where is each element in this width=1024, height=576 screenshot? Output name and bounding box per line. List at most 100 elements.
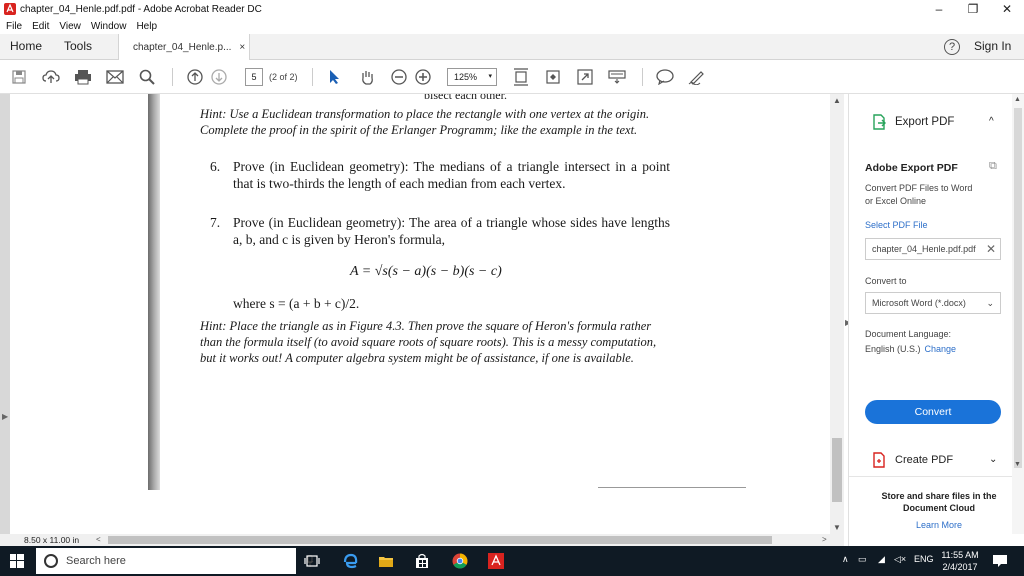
tools-pane-scrollbar[interactable]: ▲ ▼ [1012,94,1024,534]
scroll-down-icon[interactable]: ▼ [1014,461,1021,468]
print-icon[interactable] [74,68,92,86]
herons-formula: A = √s(s − a)(s − b)(s − c) [350,264,502,279]
task-view-icon[interactable] [304,553,320,569]
zoom-in-icon[interactable] [414,68,432,86]
selected-file-name: chapter_04_Henle.pdf.pdf [872,244,976,254]
scroll-left-icon[interactable]: < [96,534,101,546]
windows-start-icon[interactable] [10,554,24,568]
previous-page-icon[interactable] [186,68,204,86]
chevron-down-icon: ▾ [488,73,492,80]
change-language-link[interactable]: Change [925,344,957,354]
edge-browser-icon[interactable] [342,553,358,569]
cortana-icon [44,554,58,568]
scrollbar-thumb[interactable] [1014,108,1022,468]
menu-window[interactable]: Window [91,21,127,32]
left-panel-strip: ▶ [0,94,10,534]
export-description: Convert PDF Files to Word or Excel Onlin… [865,183,973,206]
full-screen-icon[interactable] [576,68,594,86]
next-page-icon[interactable] [210,68,228,86]
problem-text: Prove (in Euclidean geometry): The media… [233,159,670,191]
format-select[interactable]: Microsoft Word (*.docx) ⌄ [865,292,1001,314]
toolbar-divider [312,68,313,86]
search-icon[interactable] [138,68,156,86]
acrobat-taskbar-icon[interactable] [488,553,504,569]
format-value: Microsoft Word (*.docx) [872,298,966,308]
page-rule [598,487,746,488]
window-title: chapter_04_Henle.pdf.pdf - Adobe Acrobat… [20,3,262,15]
scroll-up-icon[interactable]: ▲ [833,96,841,105]
problem-number: 6. [210,159,221,174]
convert-button[interactable]: Convert [865,400,1001,424]
system-clock[interactable]: 11:55 AM 2/4/2017 [940,549,980,573]
select-pdf-link[interactable]: Select PDF File [865,220,928,230]
pdf-page: bisect each other. Hint: Use a Euclidean… [10,94,830,534]
save-icon[interactable] [10,68,28,86]
wifi-icon[interactable]: ◢ [878,554,885,565]
search-placeholder: Search here [66,555,126,567]
upload-cloud-icon[interactable] [42,68,60,86]
chevron-up-icon[interactable]: ^ [989,116,994,127]
title-bar: chapter_04_Henle.pdf.pdf - Adobe Acrobat… [0,0,1024,18]
store-icon[interactable] [414,553,430,569]
page-number-input[interactable]: 5 [245,68,263,86]
fit-page-icon[interactable] [512,68,530,86]
scrollbar-thumb[interactable] [832,438,842,502]
create-pdf-icon [873,452,885,468]
menu-view[interactable]: View [59,21,81,32]
tab-close-icon[interactable]: × [239,42,245,53]
sign-pen-icon[interactable] [688,68,706,86]
comment-icon[interactable] [656,68,674,86]
page-binding-shadow [148,94,160,490]
taskbar-search-input[interactable]: Search here [36,548,314,574]
keyboard-icon[interactable] [608,68,626,86]
close-button[interactable]: ✕ [990,0,1024,18]
chrome-icon[interactable] [452,553,468,569]
export-pdf-header[interactable]: Export PDF [871,114,954,130]
document-language-value: English (U.S.) [865,344,921,354]
menu-help[interactable]: Help [136,21,157,32]
language-indicator[interactable]: ENG [914,554,934,564]
tab-bar: Home Tools chapter_04_Henle.p... × ? Sig… [0,34,1024,60]
scroll-up-icon[interactable]: ▲ [1014,96,1021,103]
document-scrollbar[interactable]: ▲ ▼ [830,94,844,534]
menu-edit[interactable]: Edit [32,21,49,32]
zoom-select[interactable]: 125% ▾ [447,68,497,86]
volume-icon[interactable]: ◁× [894,554,906,565]
tab-home[interactable]: Home [10,34,42,60]
expand-left-panel-icon[interactable]: ▶ [2,412,8,421]
battery-icon[interactable]: ▭ [858,554,867,565]
menu-file[interactable]: File [6,21,22,32]
zoom-out-icon[interactable] [390,68,408,86]
horizontal-scrollbar-thumb[interactable] [108,536,772,544]
minimize-button[interactable]: – [922,0,956,18]
notification-center-icon[interactable] [992,553,1008,569]
tab-tools[interactable]: Tools [64,34,92,60]
chevron-down-icon[interactable]: ⌄ [989,454,997,465]
document-language: Document Language: English (U.S.) Change [865,327,956,357]
scroll-down-icon[interactable]: ▼ [833,523,841,532]
problem-6: 6. Prove (in Euclidean geometry): The me… [210,158,670,192]
clock-time: 11:55 AM [941,550,979,560]
acrobat-icon [4,3,16,15]
email-icon[interactable] [106,68,124,86]
remove-file-icon[interactable]: ✕ [986,239,996,259]
learn-more-link[interactable]: Learn More [869,520,1009,530]
show-hidden-icons-icon[interactable]: ∧ [842,554,849,565]
select-cursor-icon[interactable] [326,68,344,86]
sign-in-button[interactable]: Sign In [974,34,1011,60]
create-pdf-title: Create PDF [895,454,954,466]
rotate-icon[interactable] [544,68,562,86]
restore-button[interactable]: ❐ [956,0,990,18]
status-bar: 8.50 x 11.00 in < > [0,534,844,546]
file-explorer-icon[interactable] [378,553,394,569]
hand-tool-icon[interactable] [358,68,376,86]
toolbar-divider [172,68,173,86]
create-pdf-header[interactable]: Create PDF [871,452,953,468]
copy-icon[interactable]: ⧉ [989,160,997,173]
selected-file-field[interactable]: chapter_04_Henle.pdf.pdf ✕ [865,238,1001,260]
tab-document[interactable]: chapter_04_Henle.p... × [118,34,250,60]
help-icon[interactable]: ? [944,39,960,55]
document-cloud-promo: Store and share files in the Document Cl… [881,491,997,513]
page-count-label: (2 of 2) [269,72,298,82]
scroll-right-icon[interactable]: > [822,534,827,546]
